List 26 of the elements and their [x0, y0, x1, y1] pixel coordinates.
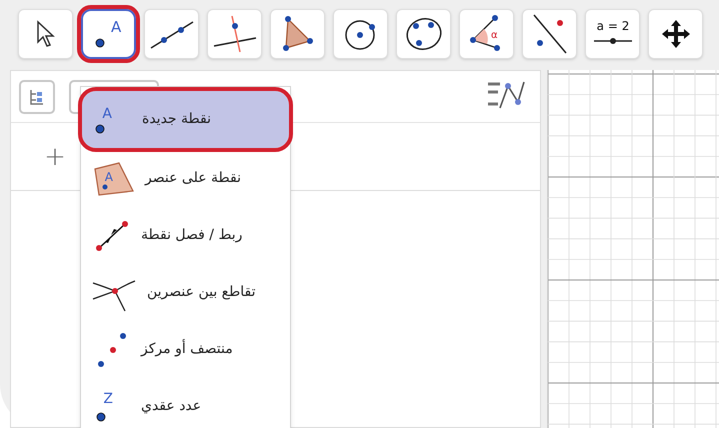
add-input-button[interactable]: + [37, 138, 73, 174]
move-arrows-icon [660, 18, 692, 50]
perpendicular-lines-icon [212, 14, 258, 54]
tool-button[interactable] [648, 9, 703, 59]
menu-item-label: ربط / فصل نقطة [141, 226, 242, 245]
tree-icon [28, 88, 46, 106]
menu-item-label: عدد عقدي [141, 397, 202, 416]
menu-item-label: نقطة على عنصر [145, 169, 241, 188]
menu-item[interactable]: تقاطع بين عنصرين [81, 264, 290, 321]
tool-button[interactable] [522, 9, 577, 59]
tool-button[interactable] [270, 9, 325, 59]
cursor-icon [34, 20, 56, 48]
menu-item[interactable]: منتصف أو مركز [81, 321, 290, 378]
menu-item-label: نقطة جديدة [142, 110, 212, 129]
menu-item-label: تقاطع بين عنصرين [147, 283, 256, 302]
tool-button[interactable] [144, 9, 199, 59]
tool-button[interactable]: a = 2 [585, 9, 640, 59]
tool-button[interactable] [207, 9, 262, 59]
tool-button[interactable] [396, 9, 451, 59]
tool-button[interactable]: α [459, 9, 514, 59]
tree-view-button[interactable] [19, 80, 55, 114]
menu-item[interactable]: ربط / فصل نقطة [81, 207, 290, 264]
tool-button[interactable] [18, 9, 73, 59]
tool-button[interactable] [333, 9, 388, 59]
menu-item-label: منتصف أو مركز [141, 339, 233, 359]
ellipse-icon [404, 16, 444, 52]
